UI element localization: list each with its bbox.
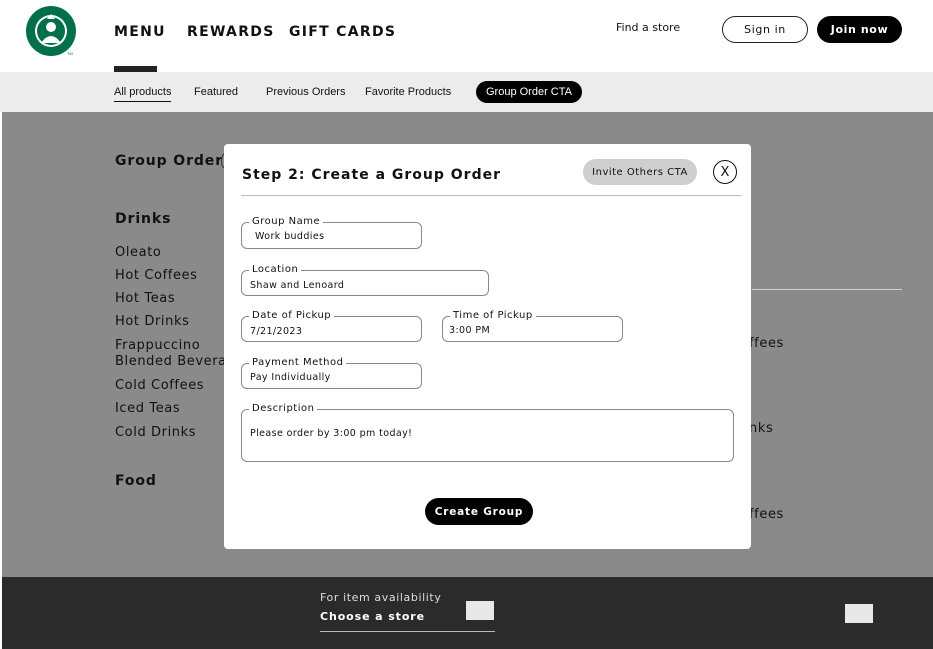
group-name-value[interactable]: Work buddies xyxy=(255,231,324,242)
sidebar-item-cold-coffees[interactable]: Cold Coffees xyxy=(115,378,204,393)
nav-rewards[interactable]: REWARDS xyxy=(187,24,275,40)
site-header: TM MENU REWARDS GIFT CARDS Find a store … xyxy=(0,0,933,72)
pickup-time-label: Time of Pickup xyxy=(450,310,536,322)
sidebar-item-cold-drinks[interactable]: Cold Drinks xyxy=(115,425,196,440)
sidebar-item-oleato[interactable]: Oleato xyxy=(115,245,161,260)
sidebar-group-order[interactable]: Group Order xyxy=(115,153,223,169)
store-underline xyxy=(320,631,495,632)
sidebar-item-hot-drinks[interactable]: Hot Drinks xyxy=(115,314,189,329)
pickup-date-label: Date of Pickup xyxy=(249,310,335,322)
location-field[interactable]: Location Shaw and Lenoard xyxy=(241,264,489,296)
sidebar-item-hot-teas[interactable]: Hot Teas xyxy=(115,291,175,306)
availability-label: For item availability xyxy=(320,591,442,604)
nav-menu[interactable]: MENU xyxy=(114,24,166,40)
sidebar-item-iced-teas[interactable]: Iced Teas xyxy=(115,401,180,416)
nav-gift-cards[interactable]: GIFT CARDS xyxy=(289,24,396,40)
description-field[interactable]: Description Please order by 3:00 pm toda… xyxy=(241,403,734,462)
pickup-time-field[interactable]: Time of Pickup 3:00 PM xyxy=(442,310,623,342)
category-fragment[interactable]: ffees xyxy=(749,507,784,522)
group-name-label: Group Name xyxy=(249,216,324,228)
pickup-date-value[interactable]: 7/21/2023 xyxy=(250,326,302,337)
modal-title: Step 2: Create a Group Order xyxy=(242,167,501,183)
sidebar-drinks-heading: Drinks xyxy=(115,211,172,227)
invite-others-button[interactable]: Invite Others CTA xyxy=(583,159,697,185)
description-value[interactable]: Please order by 3:00 pm today! xyxy=(250,428,412,439)
modal-divider xyxy=(241,195,741,196)
find-store-link[interactable]: Find a store xyxy=(616,21,680,34)
description-label: Description xyxy=(249,403,318,415)
store-chevron-icon[interactable] xyxy=(466,601,494,620)
location-value[interactable]: Shaw and Lenoard xyxy=(250,280,344,291)
create-group-button[interactable]: Create Group xyxy=(425,498,533,525)
pickup-date-field[interactable]: Date of Pickup 7/21/2023 xyxy=(241,310,422,342)
category-fragment[interactable]: ffees xyxy=(749,336,784,351)
bag-icon[interactable] xyxy=(845,604,873,623)
sidebar-item-frappuccino[interactable]: Frappuccino xyxy=(115,338,200,353)
payment-method-label: Payment Method xyxy=(249,357,347,369)
close-icon[interactable]: X xyxy=(713,160,737,184)
svg-text:TM: TM xyxy=(67,51,73,56)
tab-featured[interactable]: Featured xyxy=(194,86,238,98)
store-footer-bar: For item availability Choose a store xyxy=(2,577,933,649)
content-divider xyxy=(752,289,902,290)
sign-in-button[interactable]: Sign in xyxy=(722,16,808,43)
location-label: Location xyxy=(249,264,302,276)
sub-navigation: All products Featured Previous Orders Fa… xyxy=(0,72,933,112)
pickup-time-value[interactable]: 3:00 PM xyxy=(449,325,490,336)
sidebar-food-heading: Food xyxy=(115,473,157,489)
tab-previous-orders[interactable]: Previous Orders xyxy=(266,86,345,98)
group-order-cta-button[interactable]: Group Order CTA xyxy=(476,81,582,103)
sidebar-item-hot-coffees[interactable]: Hot Coffees xyxy=(115,268,198,283)
payment-method-field[interactable]: Payment Method Pay Individually xyxy=(241,357,422,389)
tab-all-products[interactable]: All products xyxy=(114,86,172,102)
tab-favorite-products[interactable]: Favorite Products xyxy=(365,86,451,98)
category-fragment[interactable]: nks xyxy=(749,421,773,436)
starbucks-logo-icon[interactable]: TM xyxy=(25,5,77,57)
group-order-modal: Step 2: Create a Group Order Invite Othe… xyxy=(224,144,751,549)
choose-store-link[interactable]: Choose a store xyxy=(320,610,425,623)
group-name-field[interactable]: Group Name Work buddies xyxy=(241,216,422,249)
payment-method-value[interactable]: Pay Individually xyxy=(250,372,331,383)
join-now-button[interactable]: Join now xyxy=(817,16,902,43)
